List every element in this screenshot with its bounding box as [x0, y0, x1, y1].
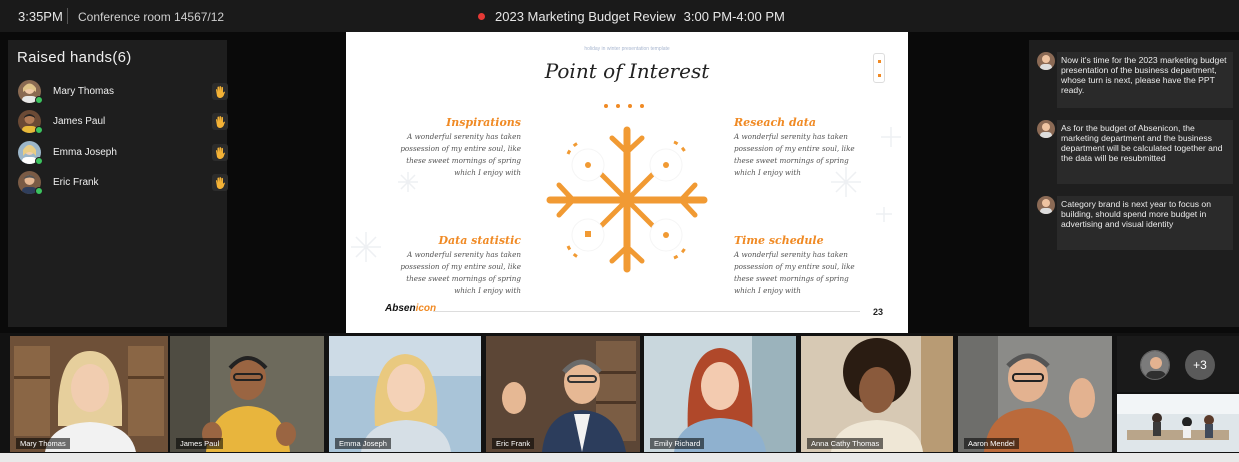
- section-time-schedule: Time schedule A wonderful serenity has t…: [734, 234, 884, 297]
- participant-name: Eric Frank: [492, 438, 535, 449]
- avatar: [1037, 196, 1055, 214]
- meeting-title: 2023 Marketing Budget Review: [495, 9, 676, 24]
- raised-hand-icon[interactable]: [212, 113, 228, 130]
- meeting-time: 3:00 PM-4:00 PM: [683, 9, 785, 24]
- raised-hand-item[interactable]: Mary Thomas: [16, 80, 228, 106]
- section-text: A wonderful serenity has taken possession…: [734, 132, 855, 177]
- more-participants[interactable]: +3: [1117, 336, 1239, 392]
- participant-name: Emma Joseph: [53, 147, 117, 158]
- online-status-icon: [35, 126, 43, 134]
- raised-hand-item[interactable]: Eric Frank: [16, 171, 228, 197]
- participant-name: James Paul: [176, 438, 224, 449]
- raised-hand-icon[interactable]: [212, 174, 228, 191]
- chat-bubble: Category brand is next year to focus on …: [1057, 196, 1233, 250]
- participant-filmstrip: Mary Thomas James Paul Emma Joseph Eric …: [0, 333, 1239, 453]
- section-inspirations: Inspirations A wonderful serenity has ta…: [371, 116, 521, 179]
- section-text: A wonderful serenity has taken possession…: [734, 250, 855, 295]
- video-tile[interactable]: James Paul: [170, 336, 324, 452]
- video-tile[interactable]: Aaron Mendel: [958, 336, 1112, 452]
- raised-hand-item[interactable]: Emma Joseph: [16, 141, 228, 167]
- room-name: Conference room 14567/12: [78, 10, 225, 24]
- section-heading: Inspirations: [446, 116, 521, 129]
- chat-panel: Now it's time for the 2023 marketing bud…: [1029, 40, 1239, 327]
- clock-time: 3:35PM: [18, 9, 63, 24]
- section-text: A wonderful serenity has taken possession…: [400, 250, 521, 295]
- brand-logo: Absenicon: [385, 303, 437, 314]
- section-heading: Reseach data: [734, 116, 817, 129]
- raised-hand-item[interactable]: James Paul: [16, 110, 228, 136]
- participant-name: Mary Thomas: [16, 438, 70, 449]
- shared-presentation-slide[interactable]: holiday in winter presentation template …: [346, 32, 908, 333]
- more-count-badge[interactable]: +3: [1185, 350, 1215, 380]
- snowflake-graphic: [546, 126, 708, 273]
- section-data-statistic: Data statistic A wonderful serenity has …: [371, 234, 521, 297]
- top-bar: 3:35PM Conference room 14567/12 2023 Mar…: [0, 0, 1239, 32]
- footer-divider: [433, 311, 860, 312]
- chat-bubble: As for the budget of Absenicon, the mark…: [1057, 120, 1233, 184]
- slide-caption: holiday in winter presentation template: [584, 46, 670, 52]
- bottom-edge: [0, 453, 1239, 462]
- video-tile[interactable]: [1117, 394, 1239, 452]
- slide-title: Point of Interest: [544, 59, 710, 83]
- avatar: [1037, 120, 1055, 138]
- raised-hands-panel: Raised hands(6) Mary Thomas James Paul E…: [8, 40, 228, 327]
- participant-name: Mary Thomas: [53, 86, 114, 97]
- video-tile[interactable]: Mary Thomas: [10, 336, 168, 452]
- video-tile[interactable]: Emily Richard: [644, 336, 796, 452]
- participant-name: Eric Frank: [53, 177, 99, 188]
- raised-hand-icon[interactable]: [212, 144, 228, 161]
- raised-hand-icon[interactable]: [212, 83, 228, 100]
- participant-name: Emma Joseph: [335, 438, 391, 449]
- online-status-icon: [35, 187, 43, 195]
- online-status-icon: [35, 96, 43, 104]
- section-heading: Data statistic: [438, 234, 521, 247]
- online-status-icon: [35, 157, 43, 165]
- video-tile[interactable]: Eric Frank: [486, 336, 640, 452]
- chat-bubble: Now it's time for the 2023 marketing bud…: [1057, 52, 1233, 108]
- dots-decoration: [604, 95, 654, 108]
- recording-dot-icon: [478, 13, 485, 21]
- meeting-window: 3:35PM Conference room 14567/12 2023 Mar…: [0, 0, 1239, 462]
- slide-scroll-control[interactable]: [873, 53, 885, 83]
- participant-name: Emily Richard: [650, 438, 705, 449]
- participant-name: Aaron Mendel: [964, 438, 1019, 449]
- participant-name: James Paul: [53, 116, 106, 127]
- avatar: [1140, 350, 1170, 380]
- video-tile[interactable]: Emma Joseph: [329, 336, 481, 452]
- meeting-info: 2023 Marketing Budget Review 3:00 PM-4:00…: [478, 9, 785, 24]
- section-research-data: Reseach data A wonderful serenity has ta…: [734, 116, 884, 179]
- raised-hands-title: Raised hands(6): [17, 49, 132, 66]
- avatar: [1037, 52, 1055, 70]
- section-heading: Time schedule: [734, 234, 824, 247]
- page-number: 23: [873, 307, 884, 317]
- participant-name: Anna Cathy Thomas: [807, 438, 884, 449]
- divider: [67, 8, 68, 24]
- section-text: A wonderful serenity has taken possession…: [400, 132, 521, 177]
- video-tile[interactable]: Anna Cathy Thomas: [801, 336, 953, 452]
